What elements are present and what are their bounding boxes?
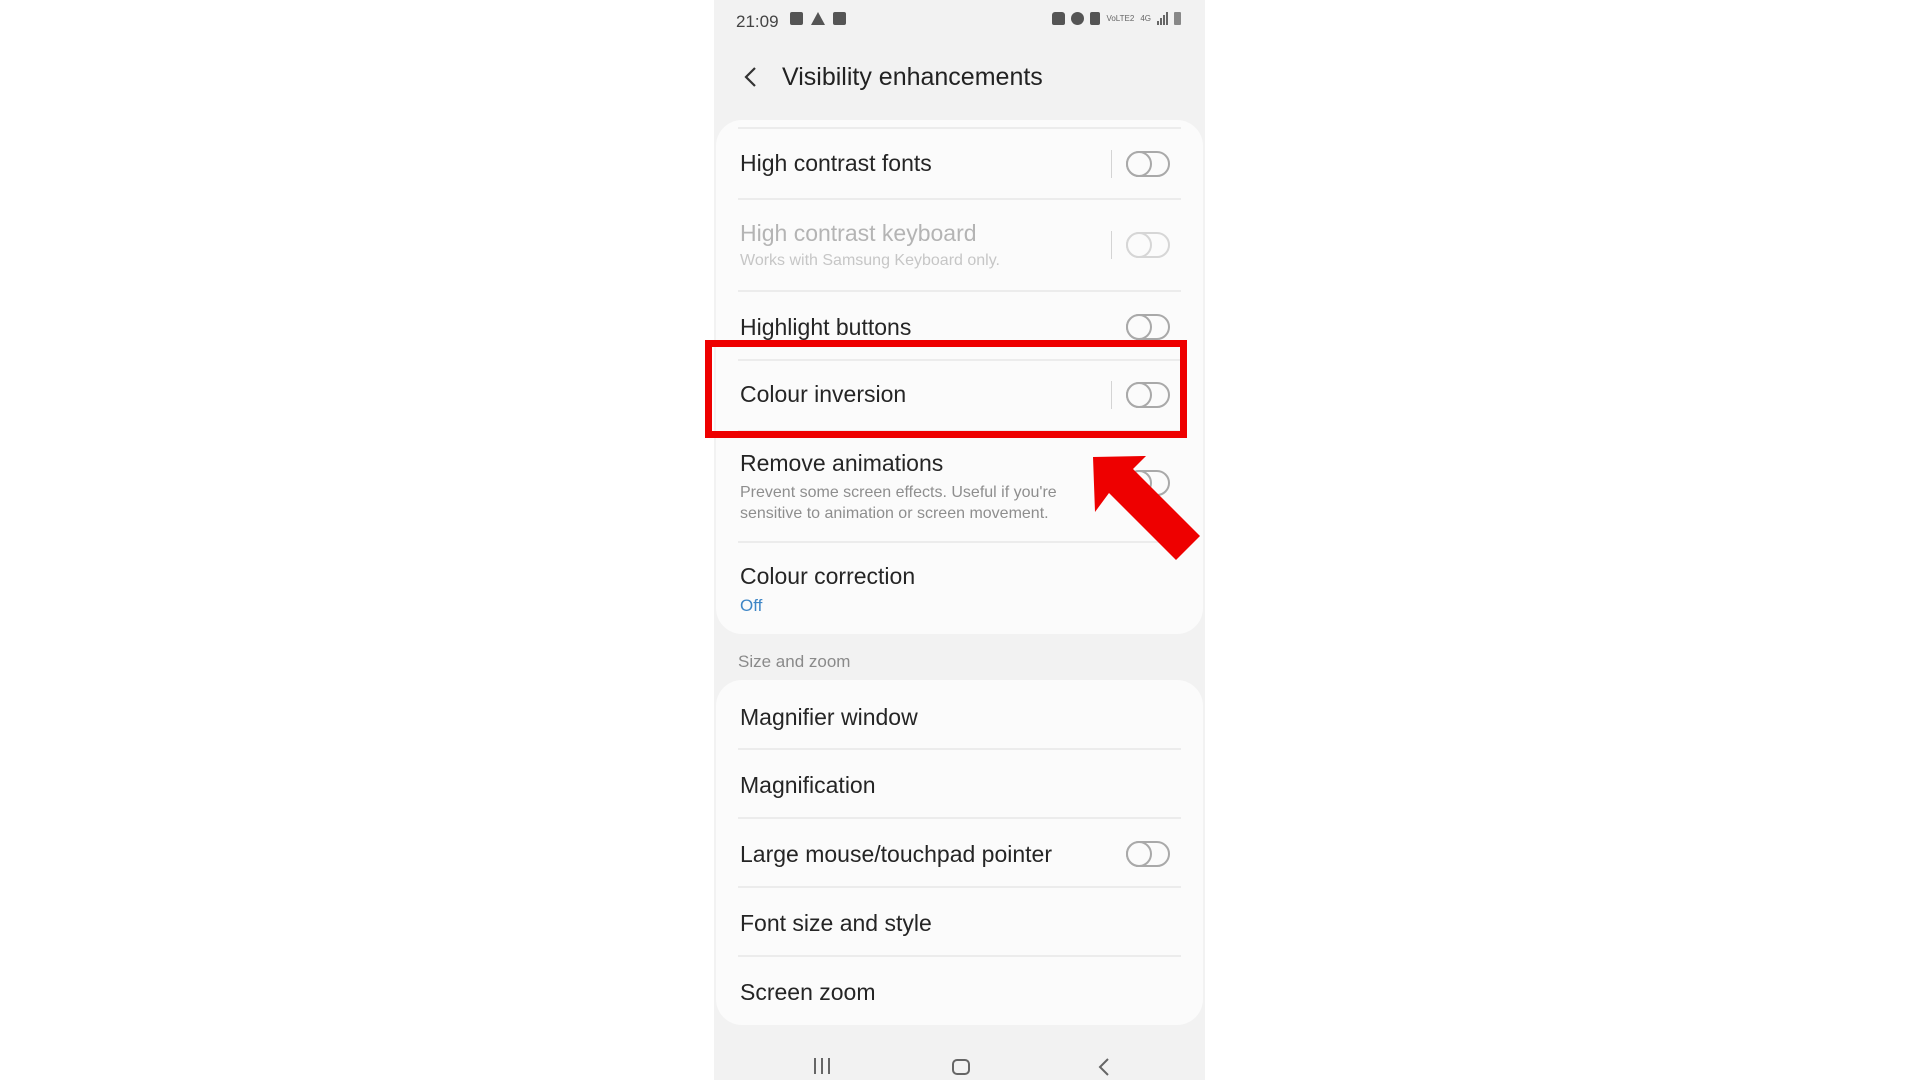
setting-subtitle: Works with Samsung Keyboard only. [740, 252, 1000, 269]
toggle-switch[interactable] [1126, 151, 1170, 177]
phone-screen: 21:09 VoLTE2 4G Visibility enhancements … [714, 0, 1205, 1080]
chevron-left-icon[interactable] [738, 64, 764, 90]
toggle-switch[interactable] [1126, 314, 1170, 340]
page-title: Visibility enhancements [782, 63, 1043, 91]
volte-icon: VoLTE2 [1106, 14, 1135, 23]
setting-label: Remove animations [740, 450, 944, 476]
setting-magnification[interactable]: Magnification [716, 750, 1203, 817]
setting-colour-inversion[interactable]: Colour inversion [716, 361, 1203, 429]
toggle-switch [1126, 232, 1170, 258]
status-time: 21:09 [736, 12, 779, 31]
setting-label: Magnification [740, 772, 876, 798]
4g-icon: 4G [1140, 14, 1151, 23]
separator [1111, 231, 1112, 259]
setting-label: Screen zoom [740, 979, 876, 1005]
setting-magnifier-window[interactable]: Magnifier window [716, 680, 1203, 748]
setting-label: High contrast fonts [740, 150, 932, 176]
setting-label: High contrast keyboard [740, 220, 977, 246]
signal-icon [1157, 12, 1168, 25]
visibility-card: High contrast fonts High contrast keyboa… [716, 120, 1203, 634]
lock-icon [1052, 12, 1066, 25]
gallery-icon [790, 12, 803, 25]
status-bar: 21:09 VoLTE2 4G [714, 0, 1205, 44]
setting-status: Off [740, 596, 763, 615]
setting-screen-zoom[interactable]: Screen zoom [716, 957, 1203, 1024]
toggle-switch[interactable] [1126, 382, 1170, 408]
setting-highlight-buttons[interactable]: Highlight buttons [716, 292, 1203, 358]
back-icon[interactable] [1094, 1056, 1116, 1078]
setting-subtitle: Prevent some screen effects. Useful if y… [740, 484, 1057, 501]
setting-label: Colour correction [740, 563, 916, 589]
home-icon[interactable] [952, 1059, 970, 1075]
size-zoom-card: Magnifier window Magnification Large mou… [716, 680, 1203, 1025]
setting-label: Font size and style [740, 910, 932, 936]
toggle-switch[interactable] [1126, 841, 1170, 867]
separator [1111, 150, 1112, 178]
warning-icon [811, 12, 825, 25]
setting-label: Highlight buttons [740, 314, 912, 340]
alarm-icon [1071, 12, 1085, 25]
toggle-switch[interactable] [1126, 470, 1170, 496]
recents-icon[interactable] [814, 1058, 830, 1074]
navigation-bar [714, 1040, 1205, 1080]
setting-remove-animations[interactable]: Remove animations Prevent some screen ef… [716, 432, 1203, 536]
section-header-size-and-zoom: Size and zoom [738, 652, 851, 671]
mute-icon [1090, 12, 1101, 25]
setting-high-contrast-keyboard: High contrast keyboard Works with Samsun… [716, 200, 1203, 290]
setting-label: Large mouse/touchpad pointer [740, 841, 1052, 867]
setting-colour-correction[interactable]: Colour correction Off [716, 543, 1203, 633]
setting-font-size-style[interactable]: Font size and style [716, 888, 1203, 955]
checkbox-icon [833, 12, 846, 25]
setting-label: Colour inversion [740, 381, 907, 407]
setting-subtitle: sensitive to animation or screen movemen… [740, 505, 1049, 522]
app-header: Visibility enhancements [714, 44, 1205, 110]
battery-icon [1174, 12, 1181, 25]
separator [1111, 381, 1112, 409]
setting-label: Magnifier window [740, 704, 918, 730]
setting-large-pointer[interactable]: Large mouse/touchpad pointer [716, 819, 1203, 886]
setting-high-contrast-fonts[interactable]: High contrast fonts [716, 128, 1203, 198]
